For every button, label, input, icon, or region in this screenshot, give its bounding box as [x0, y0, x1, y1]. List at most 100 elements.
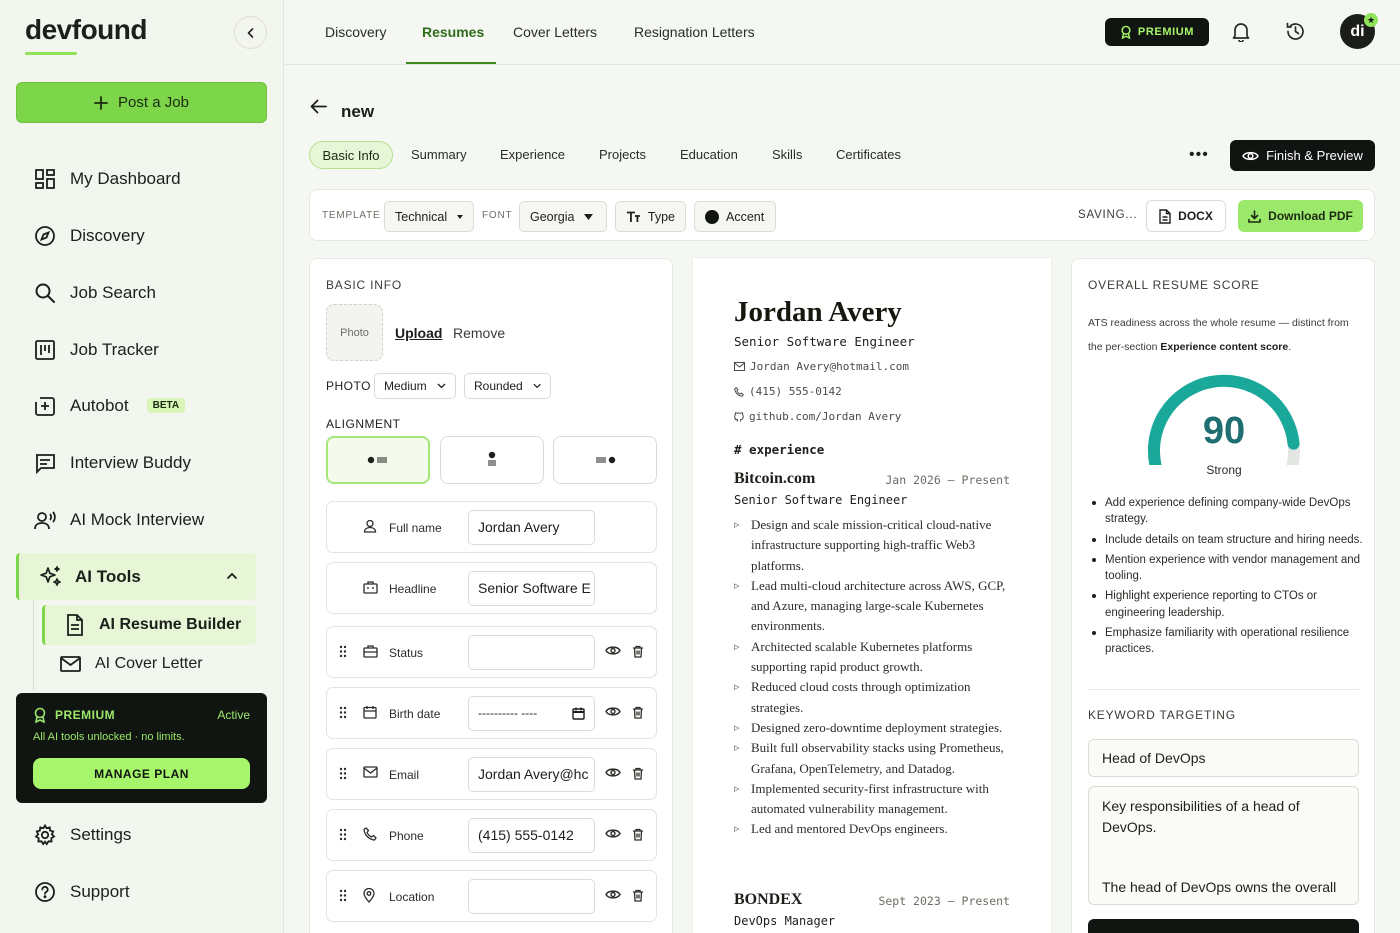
more-options-icon[interactable]: •••: [1189, 146, 1209, 164]
visibility-eye-icon[interactable]: [605, 767, 621, 778]
sidebar-item-label: Autobot: [70, 395, 129, 415]
drag-handle-icon[interactable]: [339, 889, 347, 902]
template-label: TEMPLATE: [322, 210, 381, 221]
active-tab-indicator: [406, 62, 496, 64]
align-left-button[interactable]: [326, 436, 430, 484]
photo-shape-select[interactable]: Rounded: [464, 373, 551, 399]
status-input[interactable]: [468, 635, 595, 670]
sidebar-item-support[interactable]: Support: [33, 880, 130, 903]
visibility-eye-icon[interactable]: [605, 828, 621, 839]
notifications-bell-icon[interactable]: [1232, 21, 1250, 42]
top-tab-cover-letters[interactable]: Cover Letters: [513, 24, 597, 40]
drag-handle-icon[interactable]: [339, 828, 347, 841]
trash-icon[interactable]: [632, 767, 644, 780]
alignment-label: ALIGNMENT: [326, 417, 401, 431]
tab-experience[interactable]: Experience: [500, 147, 565, 162]
sidebar-item-label: Support: [70, 881, 130, 901]
type-button[interactable]: Type: [615, 201, 686, 232]
award-icon: [34, 707, 46, 723]
back-arrow-icon[interactable]: [310, 99, 327, 114]
trash-icon[interactable]: [632, 645, 644, 658]
premium-button[interactable]: PREMIUM: [1105, 18, 1209, 46]
bag-icon: [363, 644, 378, 658]
accent-button[interactable]: Accent: [694, 201, 776, 232]
trash-icon[interactable]: [632, 889, 644, 902]
top-tab-resumes[interactable]: Resumes: [422, 24, 484, 40]
font-select[interactable]: Georgia: [519, 201, 607, 232]
headline-input[interactable]: Senior Software E: [468, 571, 595, 606]
upload-photo-link[interactable]: Upload: [395, 325, 442, 341]
photo-size-select[interactable]: Medium: [374, 373, 456, 399]
keyword-input[interactable]: Head of DevOps: [1088, 739, 1359, 777]
calendar-icon: [363, 705, 377, 719]
sidebar-item-autobot[interactable]: Autobot BETA: [33, 394, 186, 417]
drag-handle-icon[interactable]: [339, 706, 347, 719]
align-right-button[interactable]: [553, 436, 657, 484]
calendar-picker-icon[interactable]: [572, 707, 585, 720]
chevron-left-icon: [247, 27, 253, 38]
sidebar-item-dashboard[interactable]: My Dashboard: [33, 167, 181, 190]
tab-basic-info[interactable]: Basic Info: [309, 141, 393, 169]
field-label: Full name: [389, 521, 442, 535]
download-icon: [1248, 209, 1261, 223]
birth-date-value: ---------- ----: [478, 706, 538, 720]
remove-photo-link[interactable]: Remove: [453, 325, 505, 341]
visibility-eye-icon[interactable]: [605, 645, 621, 656]
phone-input[interactable]: (415) 555-0142: [468, 818, 595, 853]
keyword-targeting-title: KEYWORD TARGETING: [1088, 708, 1236, 722]
preview-job-dates: Sept 2023 — Present: [878, 894, 1010, 908]
download-pdf-button[interactable]: Download PDF: [1238, 200, 1363, 232]
sidebar-item-label: Discovery: [70, 225, 145, 245]
font-label: FONT: [482, 210, 513, 221]
score-title: OVERALL RESUME SCORE: [1088, 278, 1260, 292]
sidebar-item-job-tracker[interactable]: Job Tracker: [33, 338, 159, 361]
trash-icon[interactable]: [632, 828, 644, 841]
top-tab-resignation-letters[interactable]: Resignation Letters: [634, 24, 755, 40]
tab-education[interactable]: Education: [680, 147, 738, 162]
job-description-textarea[interactable]: Key responsibilities of a head of DevOps…: [1088, 786, 1359, 905]
preview-name: Jordan Avery: [734, 296, 902, 328]
preview-bullet: Design and scale mission-critical cloud-…: [734, 515, 1024, 576]
preview-section-heading: # experience: [734, 442, 825, 457]
basic-info-title: BASIC INFO: [326, 278, 403, 292]
manage-plan-button[interactable]: MANAGE PLAN: [33, 758, 250, 789]
analyze-keywords-button[interactable]: [1088, 919, 1359, 933]
drag-handle-icon[interactable]: [339, 767, 347, 780]
sidebar-item-ai-tools[interactable]: AI Tools: [16, 553, 256, 600]
visibility-eye-icon[interactable]: [605, 889, 621, 900]
drag-handle-icon[interactable]: [339, 645, 347, 658]
align-center-button[interactable]: [440, 436, 544, 484]
email-input[interactable]: Jordan Avery@hc: [468, 757, 595, 792]
collapse-sidebar-button[interactable]: [234, 16, 267, 49]
template-select[interactable]: Technical: [384, 201, 474, 232]
sidebar-item-settings[interactable]: Settings: [33, 823, 131, 846]
document-icon: [67, 614, 83, 636]
sidebar-subitem-ai-cover-letter[interactable]: AI Cover Letter: [60, 655, 203, 673]
post-job-button[interactable]: Post a Job: [16, 82, 267, 123]
sidebar-item-discovery[interactable]: Discovery: [33, 224, 145, 247]
history-icon[interactable]: [1285, 21, 1306, 42]
chat-icon: [33, 451, 56, 474]
field-label: Status: [389, 646, 424, 660]
location-input[interactable]: [468, 879, 595, 914]
photo-placeholder[interactable]: Photo: [326, 304, 383, 361]
docx-button[interactable]: DOCX: [1146, 200, 1226, 232]
sidebar-item-label: My Dashboard: [70, 168, 181, 188]
trash-icon[interactable]: [632, 706, 644, 719]
tab-summary[interactable]: Summary: [411, 147, 467, 162]
sidebar-item-ai-mock-interview[interactable]: AI Mock Interview: [33, 508, 204, 531]
saving-status: SAVING...: [1078, 209, 1138, 221]
document-title[interactable]: new: [341, 102, 374, 122]
top-tab-discovery[interactable]: Discovery: [325, 24, 386, 40]
tab-projects[interactable]: Projects: [599, 147, 646, 162]
sidebar-item-job-search[interactable]: Job Search: [33, 281, 156, 304]
full-name-input[interactable]: Jordan Avery: [468, 510, 595, 545]
birth-date-input[interactable]: ---------- ----: [468, 696, 595, 731]
tab-certificates[interactable]: Certificates: [836, 147, 901, 162]
sidebar-subitem-ai-resume-builder[interactable]: AI Resume Builder: [42, 605, 256, 645]
preview-bullet: Architected scalable Kubernetes platform…: [734, 637, 1024, 678]
tab-skills[interactable]: Skills: [772, 147, 802, 162]
visibility-eye-icon[interactable]: [605, 706, 621, 717]
finish-preview-button[interactable]: Finish & Preview: [1230, 140, 1375, 171]
sidebar-item-interview-buddy[interactable]: Interview Buddy: [33, 451, 191, 474]
